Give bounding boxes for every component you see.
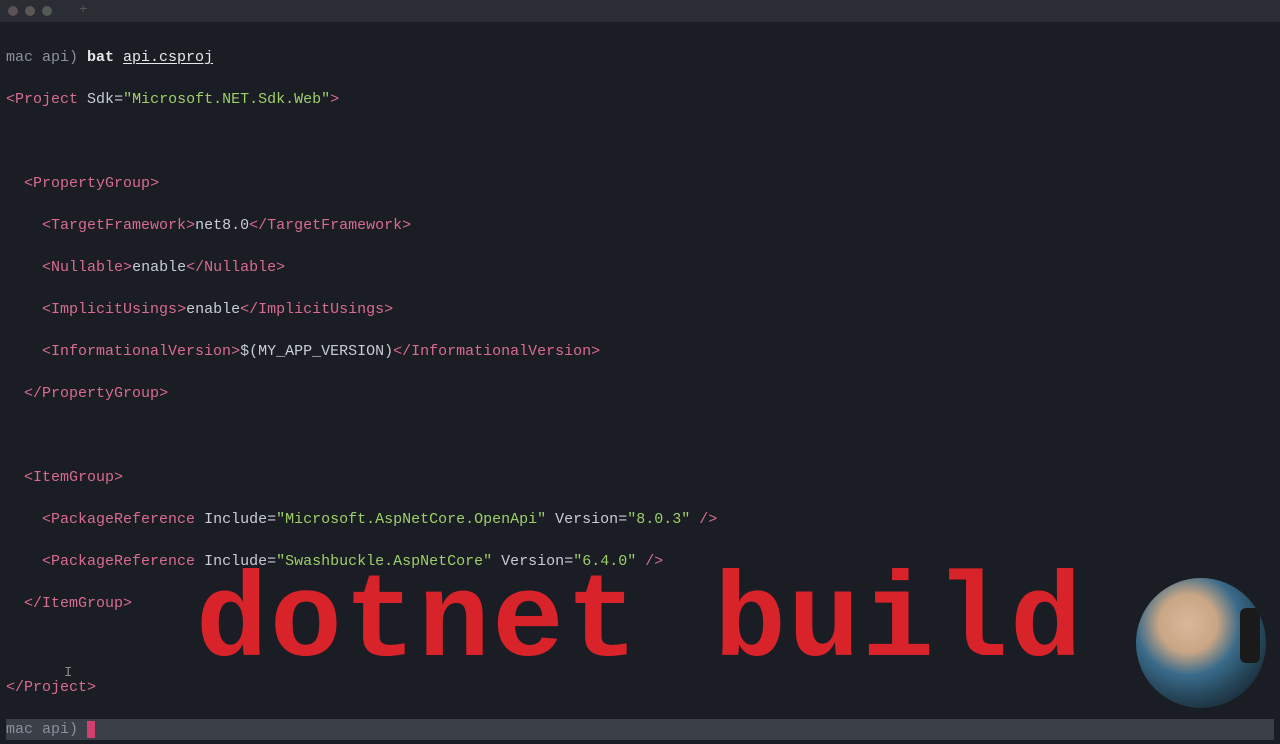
overlay-caption: dotnet build	[0, 540, 1280, 708]
xml-line: <TargetFramework>net8.0</TargetFramework…	[6, 215, 1274, 236]
text-cursor-icon: I	[64, 664, 72, 684]
xml-line: <Nullable>enable</Nullable>	[6, 257, 1274, 278]
maximize-window-button[interactable]	[42, 6, 52, 16]
prompt-line-1: mac api) bat api.csproj	[6, 47, 1274, 68]
prompt-host: mac api)	[6, 721, 87, 738]
terminal-cursor	[87, 721, 95, 738]
minimize-window-button[interactable]	[25, 6, 35, 16]
xml-line: <ItemGroup>	[6, 467, 1274, 488]
close-window-button[interactable]	[8, 6, 18, 16]
command-arg-file: api.csproj	[123, 49, 213, 66]
xml-line: <Project Sdk="Microsoft.NET.Sdk.Web">	[6, 89, 1274, 110]
prompt-host: mac api)	[6, 49, 87, 66]
command-name: bat	[87, 49, 123, 66]
xml-line: <InformationalVersion>$(MY_APP_VERSION)<…	[6, 341, 1274, 362]
xml-line: <ImplicitUsings>enable</ImplicitUsings>	[6, 299, 1274, 320]
active-prompt-line[interactable]: mac api)	[6, 719, 1274, 740]
xml-line: </PropertyGroup>	[6, 383, 1274, 404]
window-titlebar: +	[0, 0, 1280, 22]
xml-blank	[6, 425, 1274, 446]
xml-blank	[6, 131, 1274, 152]
xml-line: <PropertyGroup>	[6, 173, 1274, 194]
xml-line: <PackageReference Include="Microsoft.Asp…	[6, 509, 1274, 530]
webcam-overlay	[1136, 578, 1266, 708]
new-tab-button[interactable]: +	[79, 1, 87, 21]
